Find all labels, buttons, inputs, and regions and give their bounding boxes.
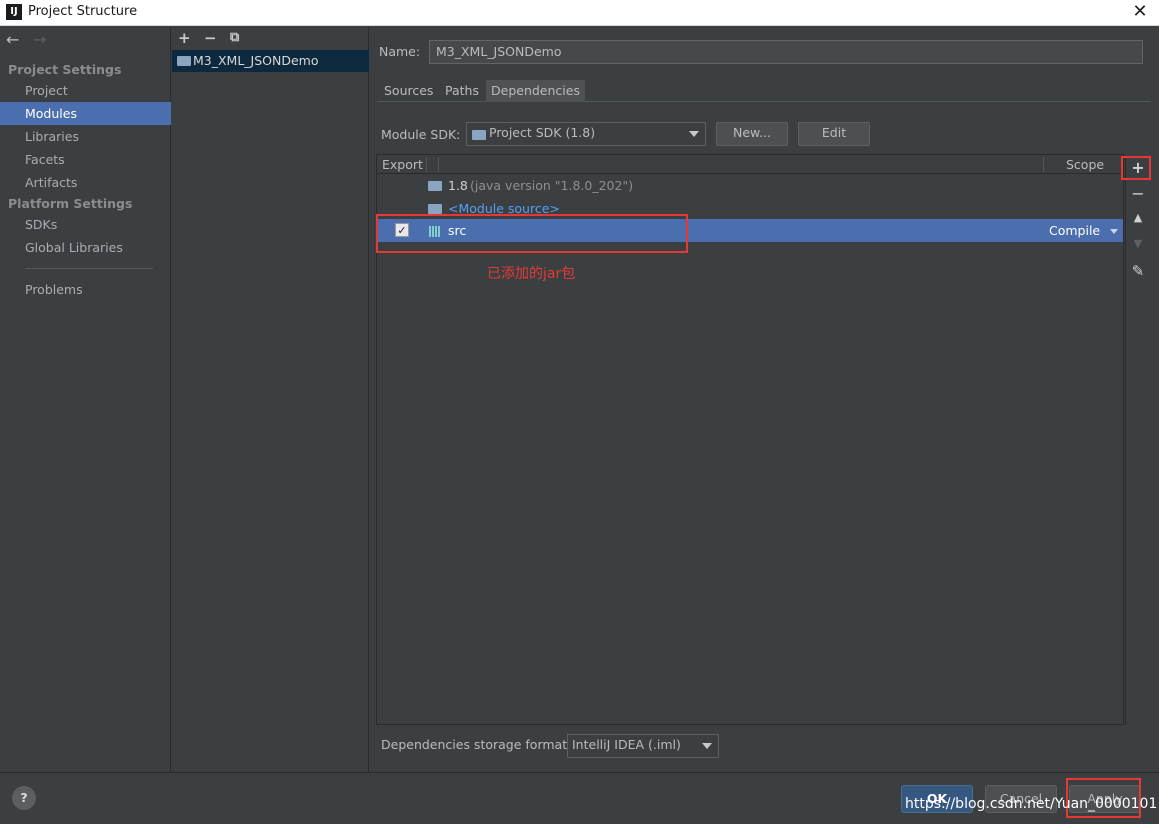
column-export[interactable]: Export (382, 157, 423, 172)
sdk-folder-icon (472, 130, 486, 140)
chevron-down-icon (702, 743, 712, 749)
tab-sources[interactable]: Sources (379, 80, 438, 102)
storage-format-dropdown[interactable]: IntelliJ IDEA (.iml) (567, 734, 719, 758)
storage-format-label: Dependencies storage format: (381, 737, 572, 752)
help-icon[interactable]: ? (12, 786, 36, 810)
copy-module-icon[interactable]: ⧉ (230, 30, 239, 45)
module-list-item[interactable]: M3_XML_JSONDemo (172, 50, 369, 72)
sidebar-item-libraries[interactable]: Libraries (0, 125, 171, 148)
chevron-down-icon (689, 131, 699, 137)
back-arrow-icon[interactable]: ← (6, 30, 19, 49)
module-name-field[interactable]: M3_XML_JSONDemo (429, 40, 1143, 64)
sidebar-item-global-libraries[interactable]: Global Libraries (0, 236, 171, 259)
column-divider (426, 157, 427, 172)
close-icon[interactable]: ✕ (1126, 1, 1154, 23)
dependency-name: 1.8 (448, 178, 468, 193)
storage-format-value: IntelliJ IDEA (.iml) (572, 737, 681, 752)
module-sdk-label: Module SDK: (381, 127, 461, 142)
dependency-detail: (java version "1.8.0_202") (470, 178, 634, 193)
watermark: https://blog.csdn.net/Yuan_0000101 (905, 796, 1158, 812)
remove-module-icon[interactable]: − (204, 29, 217, 47)
sidebar-item-modules[interactable]: Modules (0, 102, 171, 125)
intellij-app-icon: IJ (6, 4, 22, 20)
annotation-label: 已添加的jar包 (487, 266, 576, 282)
sidebar-item-project[interactable]: Project (0, 79, 171, 102)
table-header (377, 155, 1123, 174)
sidebar-item-problems[interactable]: Problems (0, 278, 171, 301)
highlight-box (376, 214, 688, 253)
column-divider (1043, 157, 1044, 172)
window-title: Project Structure (28, 4, 138, 19)
move-down-icon[interactable]: ▼ (1125, 237, 1151, 250)
jdk-folder-icon (428, 181, 442, 191)
module-folder-icon (177, 56, 191, 66)
module-sdk-dropdown[interactable]: Project SDK (1.8) (466, 122, 706, 146)
remove-dependency-icon[interactable]: − (1125, 184, 1151, 203)
module-name: M3_XML_JSONDemo (193, 53, 319, 68)
add-module-icon[interactable]: + (178, 29, 191, 47)
edit-sdk-button[interactable]: Edit (798, 122, 870, 146)
move-up-icon[interactable]: ▲ (1125, 211, 1151, 224)
name-label: Name: (379, 44, 421, 59)
scope-dropdown[interactable]: Compile (1049, 223, 1100, 238)
new-sdk-button[interactable]: New... (716, 122, 788, 146)
highlight-box (1121, 156, 1151, 180)
sidebar-item-artifacts[interactable]: Artifacts (0, 171, 171, 194)
module-sdk-value: Project SDK (1.8) (489, 125, 596, 140)
module-list-panel (172, 27, 369, 772)
tab-dependencies[interactable]: Dependencies (486, 80, 585, 102)
module-source-icon (428, 204, 442, 214)
column-scope[interactable]: Scope (1066, 157, 1104, 172)
platform-settings-header: Platform Settings (8, 196, 133, 211)
chevron-down-icon[interactable] (1110, 229, 1118, 234)
edit-pencil-icon[interactable]: ✎ (1125, 262, 1151, 280)
title-bar (0, 0, 1159, 26)
project-settings-header: Project Settings (8, 62, 122, 77)
table-row[interactable]: 1.8 (java version "1.8.0_202") (428, 177, 1028, 197)
forward-arrow-icon[interactable]: → (33, 30, 46, 49)
sidebar-item-facets[interactable]: Facets (0, 148, 171, 171)
column-divider (438, 157, 439, 172)
sidebar-item-sdks[interactable]: SDKs (0, 213, 171, 236)
sidebar-divider (25, 268, 153, 269)
tab-paths[interactable]: Paths (440, 80, 484, 102)
